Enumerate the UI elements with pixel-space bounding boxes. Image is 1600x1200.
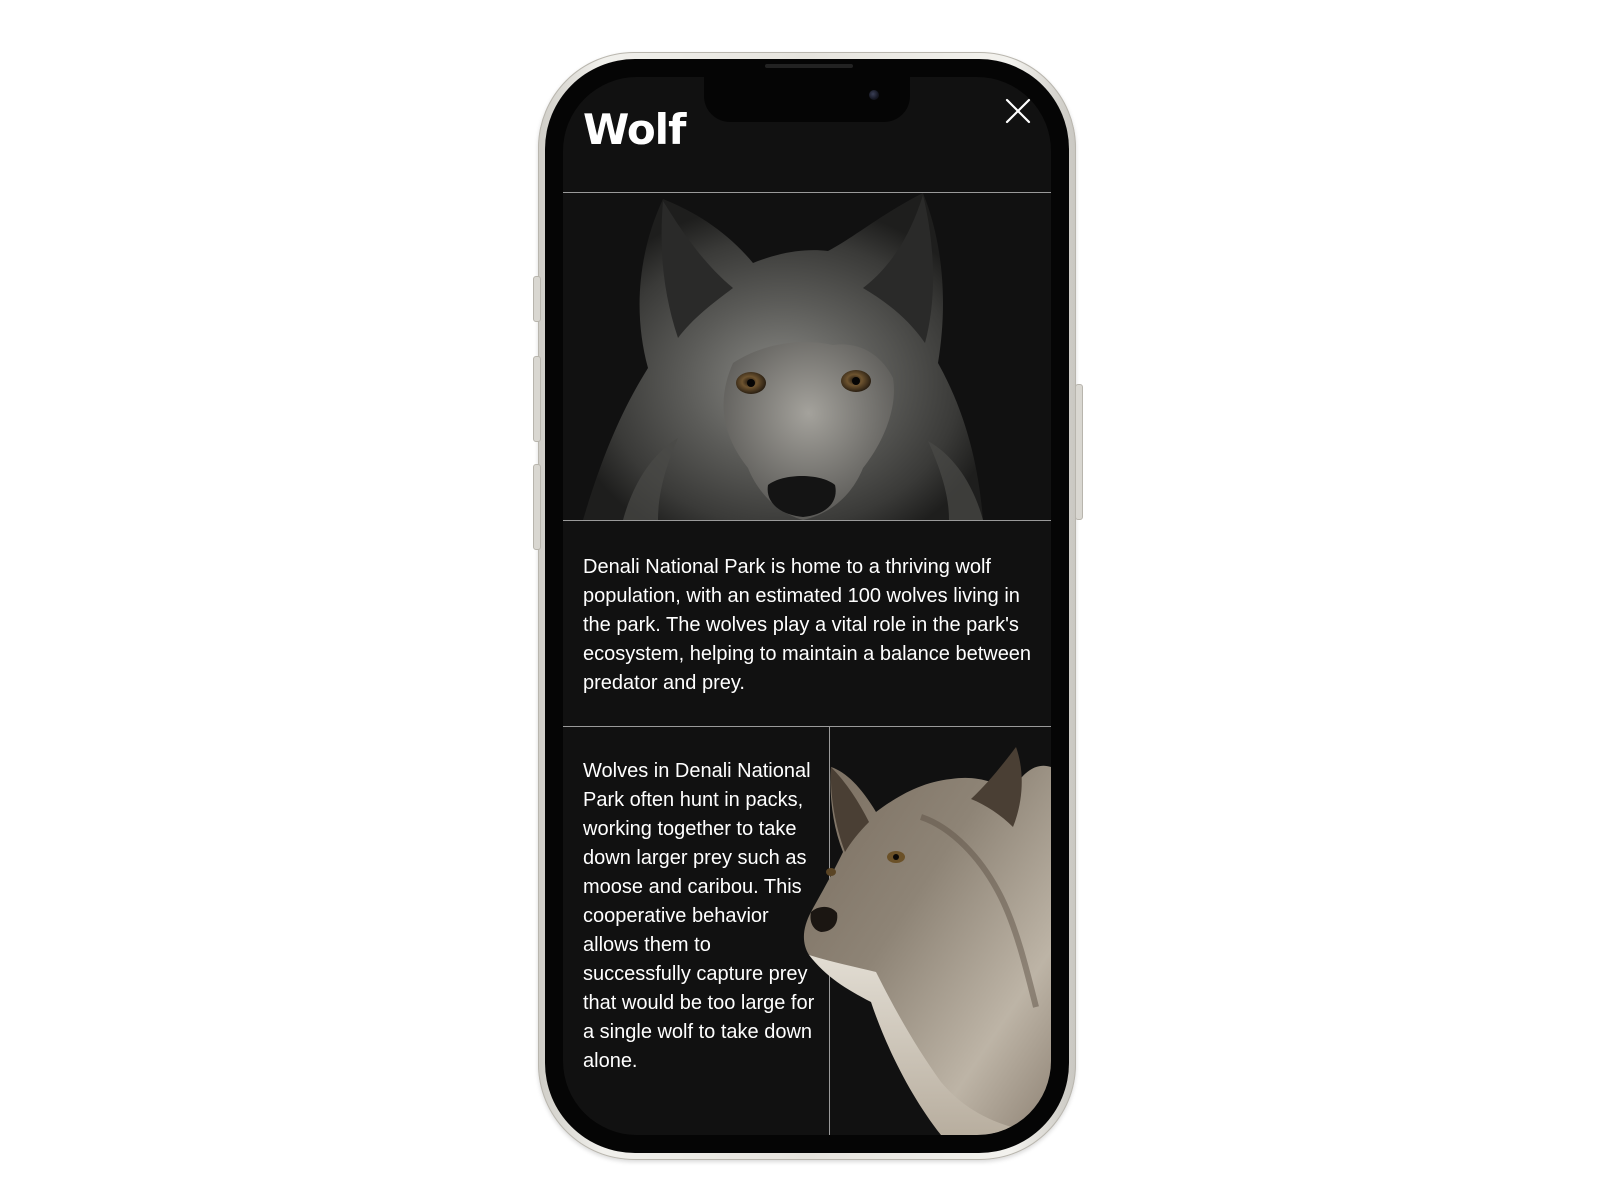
earpiece-speaker (765, 64, 853, 68)
volume-down-button (533, 464, 541, 550)
divider-middle (563, 520, 1051, 521)
wolf-profile-image (803, 747, 1051, 1135)
app-screen: Wolf Denali National Park is home to a t… (563, 77, 1051, 1135)
phone-notch (704, 77, 910, 122)
volume-up-button (533, 356, 541, 442)
close-icon (1005, 98, 1031, 124)
close-button[interactable] (1004, 97, 1032, 125)
intro-paragraph: Denali National Park is home to a thrivi… (583, 556, 1032, 694)
wolf-face-image (563, 193, 1051, 520)
page-title: Wolf (583, 105, 686, 154)
silent-switch (533, 276, 541, 322)
hunting-paragraph: Wolves in Denali National Park often hun… (583, 760, 815, 1072)
front-camera (869, 90, 879, 100)
power-button (1075, 384, 1083, 520)
